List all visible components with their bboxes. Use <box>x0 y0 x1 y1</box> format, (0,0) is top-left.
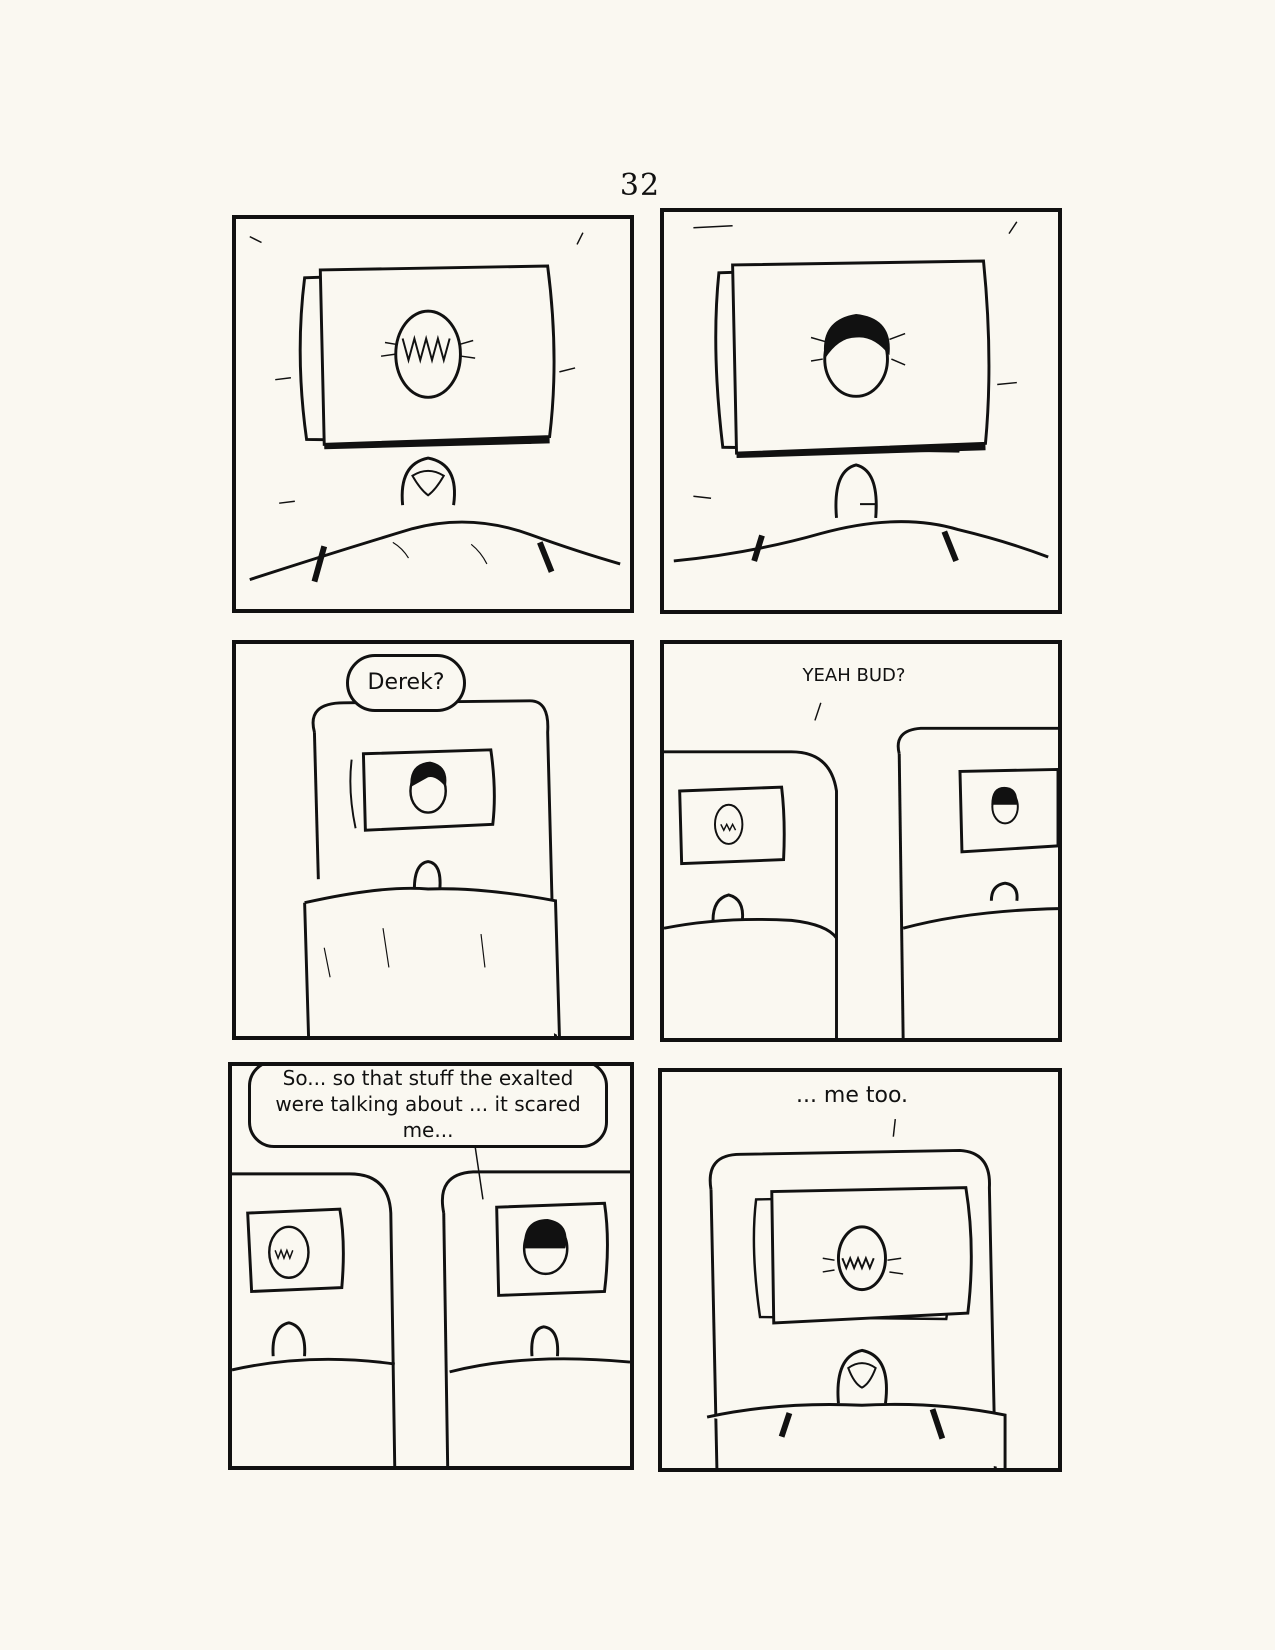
page-number: 32 <box>619 168 661 203</box>
speech-text-panel-4: YEAH BUD? <box>802 665 906 686</box>
panel-2-art <box>673 221 1049 563</box>
speech-bubble-panel-5: So... so that stuff the exalted were tal… <box>248 1066 608 1148</box>
comic-panel-4: YEAH BUD? <box>660 640 1062 1042</box>
comic-panel-6: ... me too. <box>658 1068 1062 1472</box>
speech-bubble-panel-3: Derek? <box>346 654 466 712</box>
comic-panel-3: Derek? <box>232 640 634 1040</box>
speech-text-panel-6: ... me too. <box>795 1083 909 1108</box>
panel-6-art <box>706 1118 1007 1468</box>
panel-1-art <box>249 232 621 583</box>
comic-panel-2 <box>660 208 1062 614</box>
comic-panel-1 <box>232 215 634 613</box>
comic-panel-5: So... so that stuff the exalted were tal… <box>228 1062 634 1470</box>
panel-4-art <box>664 702 1058 1038</box>
